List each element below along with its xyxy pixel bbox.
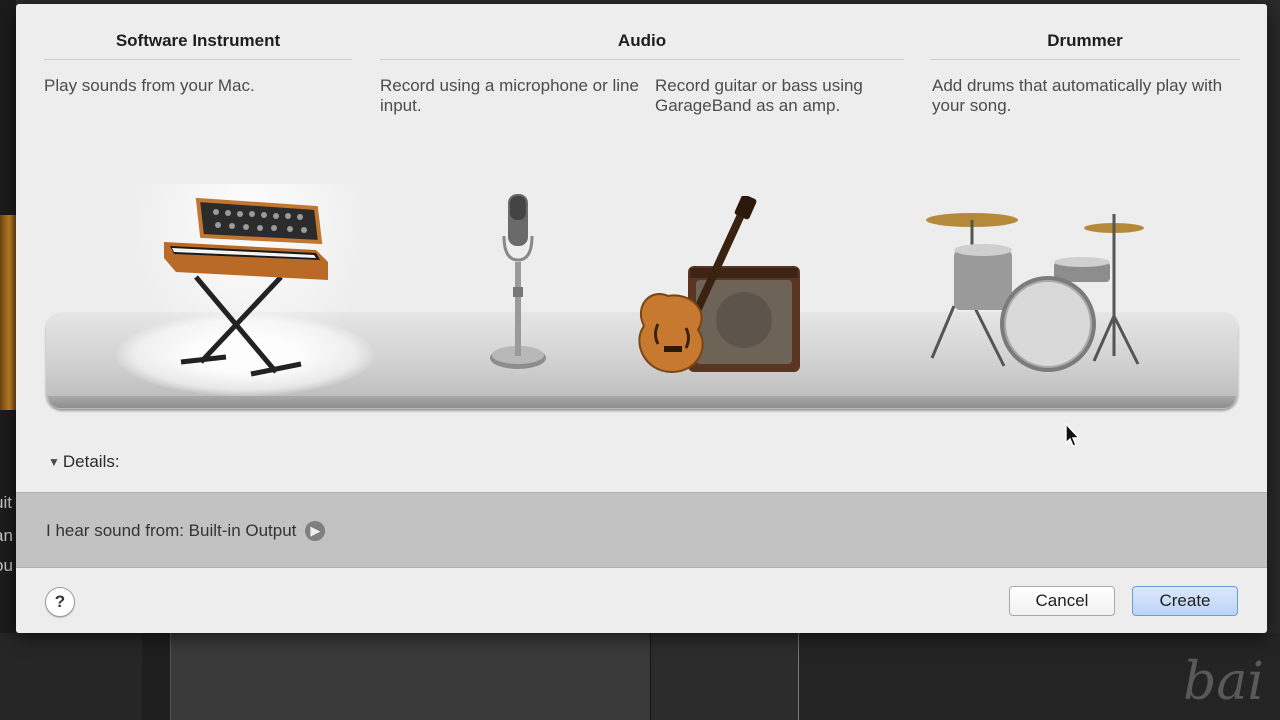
help-button[interactable]: ? <box>45 587 75 617</box>
create-button[interactable]: Create <box>1132 586 1238 616</box>
synthesizer-option[interactable] <box>156 192 336 389</box>
drummer-option[interactable] <box>924 206 1150 383</box>
drum-kit-icon <box>926 213 1144 372</box>
guitar-option[interactable] <box>628 194 808 389</box>
background-text: ou <box>0 556 13 575</box>
synthesizer-icon <box>164 197 328 377</box>
mouse-pointer-icon <box>1065 423 1081 447</box>
guitar-description: Record guitar or bass using GarageBand a… <box>655 76 863 115</box>
divider <box>44 59 352 60</box>
watermark: bai <box>1183 652 1264 712</box>
background-text: an <box>0 526 13 545</box>
guitar-amp-icon <box>638 194 800 374</box>
sound-output-bar: I hear sound from: Built-in Output ▶ <box>16 492 1267 568</box>
microphone-description: Record using a microphone or line input. <box>380 76 639 115</box>
microphone-option[interactable] <box>486 192 550 383</box>
disclosure-triangle-icon: ▼ <box>48 455 60 469</box>
background-text: uit <box>0 493 12 512</box>
divider <box>930 59 1240 60</box>
new-track-dialog: Software Instrument Audio Drummer Play s… <box>16 4 1267 633</box>
sound-output-arrow-icon[interactable]: ▶ <box>305 521 326 541</box>
divider <box>380 59 904 60</box>
column-heading-audio: Audio <box>617 31 667 50</box>
column-heading-drummer: Drummer <box>1047 31 1123 50</box>
background-app-bottom <box>0 633 1280 720</box>
details-label: Details: <box>62 452 120 471</box>
column-heading-software-instrument: Software Instrument <box>115 31 281 50</box>
sound-output-label: I hear sound from: Built-in Output <box>46 521 297 540</box>
background-app-right-edge <box>1266 0 1280 720</box>
timeline-region <box>0 215 16 410</box>
background-app-left-edge: uit an ou <box>0 0 16 720</box>
software-instrument-description: Play sounds from your Mac. <box>44 76 255 95</box>
microphone-icon <box>490 194 546 369</box>
drummer-description: Add drums that automatically play with y… <box>932 76 1223 115</box>
cancel-button[interactable]: Cancel <box>1009 586 1115 616</box>
background-panel <box>170 633 651 720</box>
details-disclosure[interactable]: ▼ Details: <box>48 452 120 472</box>
